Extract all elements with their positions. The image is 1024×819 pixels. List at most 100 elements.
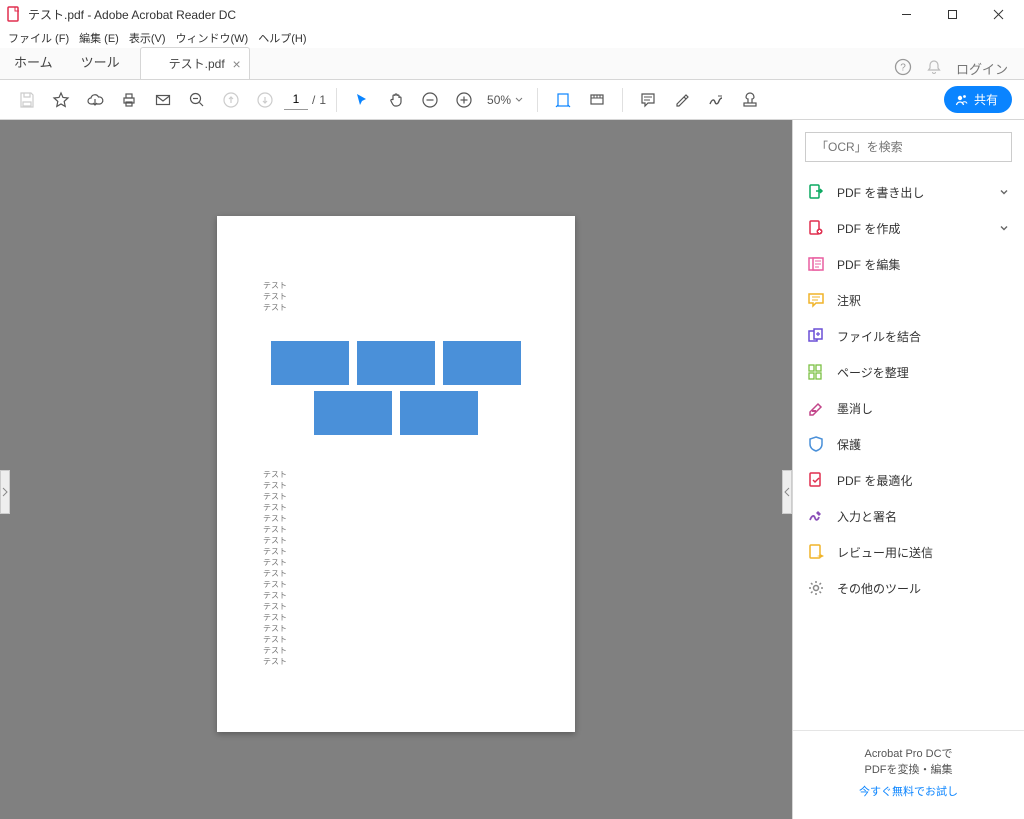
zoom-out-icon[interactable] (415, 85, 445, 115)
cloud-icon[interactable] (80, 85, 110, 115)
rtool-label: 墨消し (837, 400, 873, 417)
page-text-line: テスト (263, 302, 529, 313)
zoom-select[interactable]: 50% (483, 93, 527, 107)
rtool-label: PDF を作成 (837, 220, 900, 237)
menu-window[interactable]: ウィンドウ(W) (176, 30, 249, 46)
sign-icon[interactable] (701, 85, 731, 115)
save-icon (12, 85, 42, 115)
redact-icon (807, 399, 825, 417)
promo-link[interactable]: 今すぐ無料でお試し (803, 783, 1014, 799)
rtool-combine[interactable]: ファイルを結合 (793, 318, 1024, 354)
menu-view[interactable]: 表示(V) (129, 30, 166, 46)
stamp-icon[interactable] (735, 85, 765, 115)
help-icon[interactable]: ? (894, 58, 912, 79)
share-label: 共有 (974, 91, 998, 108)
tab-document[interactable]: テスト.pdf × (140, 47, 250, 79)
minimize-button[interactable] (892, 4, 920, 24)
page-current-input[interactable] (284, 90, 308, 110)
rtool-redact[interactable]: 墨消し (793, 390, 1024, 426)
rtool-protect[interactable]: 保護 (793, 426, 1024, 462)
menu-edit[interactable]: 編集 (E) (79, 30, 119, 46)
login-link[interactable]: ログイン (956, 59, 1008, 78)
rtool-create[interactable]: PDF を作成 (793, 210, 1024, 246)
rtool-comment[interactable]: 注釈 (793, 282, 1024, 318)
promo-line1: Acrobat Pro DCで (803, 745, 1014, 761)
svg-text:?: ? (900, 63, 906, 74)
tab-tools[interactable]: ツール (67, 47, 134, 79)
rtool-edit[interactable]: PDF を編集 (793, 246, 1024, 282)
print-icon[interactable] (114, 85, 144, 115)
sign-icon (807, 507, 825, 525)
page-text-line: テスト (263, 546, 529, 557)
page-text-line: テスト (263, 568, 529, 579)
highlight-icon[interactable] (667, 85, 697, 115)
page-text-line: テスト (263, 590, 529, 601)
page-text-line: テスト (263, 601, 529, 612)
chevron-down-icon (998, 222, 1010, 234)
page-text-line: テスト (263, 280, 529, 291)
tab-close-icon[interactable]: × (232, 56, 240, 72)
rtool-label: 入力と署名 (837, 508, 897, 525)
page-text-line: テスト (263, 502, 529, 513)
bell-icon[interactable] (926, 59, 942, 78)
page-text-line: テスト (263, 645, 529, 656)
right-panel-handle[interactable] (782, 470, 792, 514)
combine-icon (807, 327, 825, 345)
optimize-icon (807, 471, 825, 489)
prev-page-icon (216, 85, 246, 115)
rtool-label: 注釈 (837, 292, 861, 309)
mail-icon[interactable] (148, 85, 178, 115)
fit-width-icon[interactable] (548, 85, 578, 115)
read-mode-icon[interactable] (582, 85, 612, 115)
rtool-label: PDF を編集 (837, 256, 900, 273)
menubar: ファイル (F) 編集 (E) 表示(V) ウィンドウ(W) ヘルプ(H) (0, 28, 1024, 48)
rtool-export[interactable]: PDF を書き出し (793, 174, 1024, 210)
rtool-label: PDF を書き出し (837, 184, 924, 201)
select-tool-icon[interactable] (347, 85, 377, 115)
edit-icon (807, 255, 825, 273)
toolbar: / 1 50% 共有 (0, 80, 1024, 120)
search-tools-field[interactable] (805, 132, 1012, 162)
send-icon (807, 543, 825, 561)
document-canvas[interactable]: テストテストテスト テストテストテストテストテストテストテストテストテストテスト… (0, 120, 792, 819)
next-page-icon (250, 85, 280, 115)
hand-tool-icon[interactable] (381, 85, 411, 115)
page-text-line: テスト (263, 469, 529, 480)
page-text-line: テスト (263, 535, 529, 546)
rtool-organize[interactable]: ページを整理 (793, 354, 1024, 390)
promo-line2: PDFを変換・編集 (803, 761, 1014, 777)
zoom-in-icon[interactable] (449, 85, 479, 115)
separator (537, 88, 538, 112)
separator (336, 88, 337, 112)
zoom-out-tool-icon[interactable] (182, 85, 212, 115)
rtool-optimize[interactable]: PDF を最適化 (793, 462, 1024, 498)
menu-help[interactable]: ヘルプ(H) (258, 30, 306, 46)
close-button[interactable] (984, 4, 1012, 24)
promo-box: Acrobat Pro DCで PDFを変換・編集 今すぐ無料でお試し (793, 730, 1024, 819)
page-text-line: テスト (263, 612, 529, 623)
page-text-line: テスト (263, 634, 529, 645)
search-tools-input[interactable] (816, 140, 1001, 154)
rtool-sign[interactable]: 入力と署名 (793, 498, 1024, 534)
page-text-line: テスト (263, 656, 529, 667)
maximize-button[interactable] (938, 4, 966, 24)
page-text-line: テスト (263, 524, 529, 535)
rtool-send[interactable]: レビュー用に送信 (793, 534, 1024, 570)
share-button[interactable]: 共有 (944, 86, 1012, 113)
page-total: 1 (319, 93, 326, 107)
rtool-label: ページを整理 (837, 364, 909, 381)
left-panel-handle[interactable] (0, 470, 10, 514)
rtool-more[interactable]: その他のツール (793, 570, 1024, 606)
rtool-label: 保護 (837, 436, 861, 453)
rtool-label: ファイルを結合 (837, 328, 921, 345)
star-icon[interactable] (46, 85, 76, 115)
main-area: テストテストテスト テストテストテストテストテストテストテストテストテストテスト… (0, 120, 1024, 819)
sticky-note-icon[interactable] (633, 85, 663, 115)
chevron-down-icon (515, 96, 523, 104)
page-shapes (263, 341, 529, 435)
export-icon (807, 183, 825, 201)
menu-file[interactable]: ファイル (F) (8, 30, 69, 46)
zoom-value: 50% (487, 93, 511, 107)
tab-home[interactable]: ホーム (0, 47, 67, 79)
page-text-line: テスト (263, 557, 529, 568)
